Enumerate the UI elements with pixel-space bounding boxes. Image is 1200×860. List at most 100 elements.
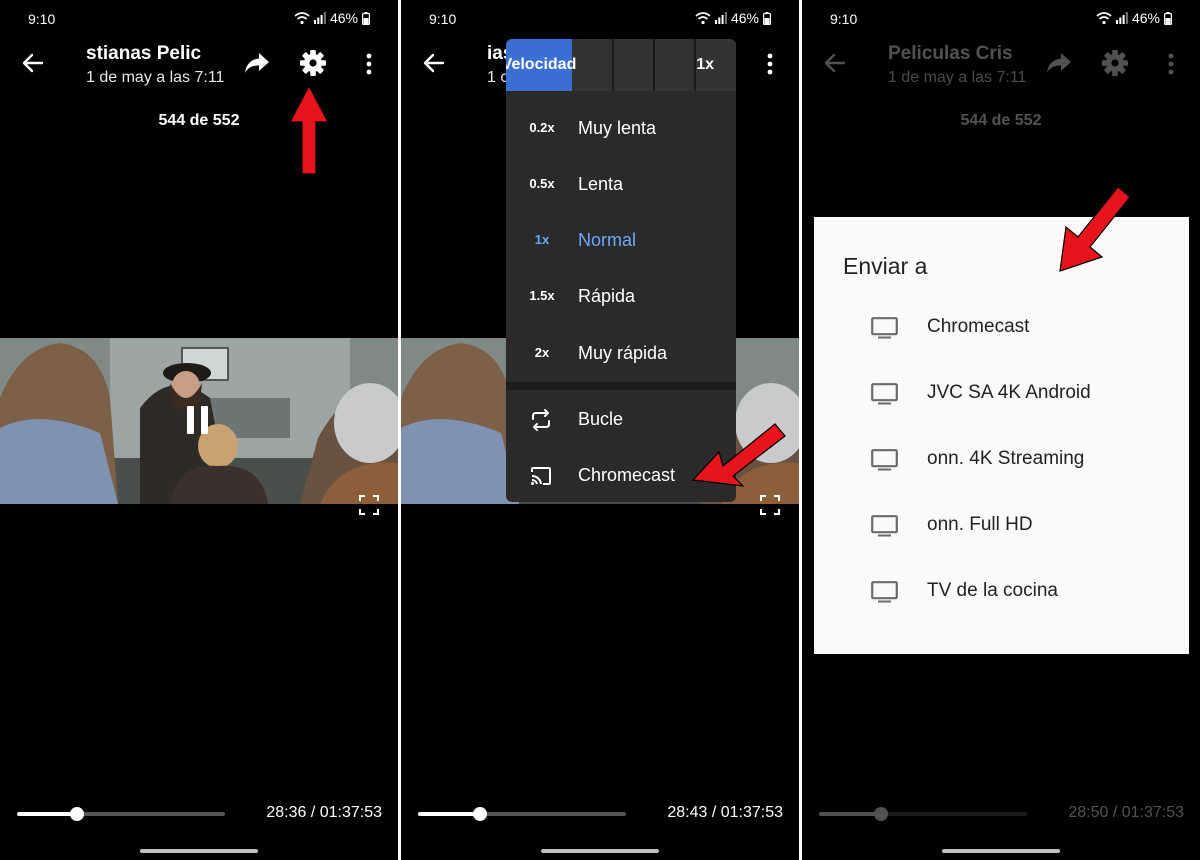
device-name: JVC SA 4K Android [927,382,1091,403]
more-vertical-icon[interactable] [357,51,381,77]
speed-option-muy-rapida[interactable]: 2x Muy rápida [506,326,736,382]
status-time: 9:10 [28,11,56,27]
wifi-icon [1096,12,1112,25]
speed-option-normal[interactable]: 1x Normal [506,213,736,269]
speed-option-muy-lenta[interactable]: 0.2x Muy lenta [506,101,736,157]
menu-divider [506,382,736,390]
gear-icon[interactable] [1101,49,1129,77]
home-indicator[interactable] [942,849,1060,853]
device-item-onn-4k[interactable]: onn. 4K Streaming [814,426,1189,492]
message-date: 1 de may a las 7:11 [86,69,225,86]
speed-option-label: Muy lenta [578,118,657,138]
seek-bar[interactable] [17,807,225,821]
more-vertical-icon[interactable] [758,51,782,77]
device-item-onn-fullhd[interactable]: onn. Full HD [814,492,1189,558]
screen-settings-menu: 9:10 46% ias 1 c Velocidad 1x 0.2x [401,0,799,860]
battery-icon [1164,11,1172,25]
speed-tick [612,39,614,91]
pause-icon[interactable] [187,406,209,434]
seek-progress [17,812,78,816]
annotation-arrow [289,84,329,175]
cast-icon [531,467,551,485]
loop-label: Bucle [578,409,624,429]
battery-icon [362,11,370,25]
speed-option-rapida[interactable]: 1.5x Rápida [506,269,736,325]
status-time: 9:10 [830,11,858,27]
seek-thumb[interactable] [874,807,889,821]
playback-time: 28:50 / 01:37:53 [1068,804,1184,821]
annotation-arrow [691,423,786,487]
tv-icon [871,317,898,339]
speed-rate: 1.5x [529,288,555,303]
gear-icon[interactable] [299,49,327,77]
speed-selector[interactable]: Velocidad 1x [506,39,736,91]
signal-icon [1115,12,1128,24]
more-vertical-icon[interactable] [1159,51,1183,77]
tv-icon [871,383,898,405]
share-icon[interactable] [1045,50,1073,76]
loop-icon [532,409,550,431]
fullscreen-icon[interactable] [759,494,781,516]
home-indicator[interactable] [541,849,659,853]
status-icons: 46% [1096,10,1172,26]
chat-title: Peliculas Cris [888,43,1013,64]
speed-option-label: Normal [578,230,637,250]
device-item-tv-cocina[interactable]: TV de la cocina [814,558,1189,624]
device-name: onn. 4K Streaming [927,448,1085,469]
speed-option-label: Rápida [578,286,636,306]
device-name: onn. Full HD [927,514,1033,535]
speed-rate: 1x [534,232,550,247]
signal-icon [313,12,326,24]
speed-tick [653,39,655,91]
battery-icon [763,11,771,25]
back-arrow-icon[interactable] [20,50,46,76]
tv-icon [871,449,898,471]
status-time: 9:10 [429,11,457,27]
back-arrow-icon[interactable] [421,50,447,76]
speed-option-label: Muy rápida [578,343,668,363]
speed-rate: 0.2x [529,120,555,135]
fullscreen-icon[interactable] [358,494,380,516]
seek-bar[interactable] [819,807,1027,821]
battery-percent: 46% [730,10,759,26]
speed-option-lenta[interactable]: 0.5x Lenta [506,157,736,213]
screen-playing: 9:10 46% stianas Pelic 1 de may a las 7:… [0,0,398,860]
device-item-chromecast[interactable]: Chromecast [814,294,1189,360]
back-arrow-icon[interactable] [822,50,848,76]
cast-dialog: Enviar a Chromecast JVC SA 4K Android on… [814,217,1189,654]
speed-label[interactable]: Velocidad [506,39,576,91]
annotation-arrow [1059,186,1131,272]
playback-time: 28:43 / 01:37:53 [667,804,783,821]
wifi-icon [294,12,310,25]
seek-thumb[interactable] [70,807,85,821]
message-date: 1 de may a las 7:11 [888,69,1027,86]
message-date: 1 c [487,69,507,86]
seek-progress [418,812,481,816]
seek-bar[interactable] [418,807,626,821]
chat-title: stianas Pelic [86,43,202,64]
home-indicator[interactable] [140,849,258,853]
speed-rate: 2x [534,345,550,360]
speed-value: 1x [696,56,714,73]
screen-cast-dialog: 9:10 46% Peliculas Cris 1 de may a las 7… [802,0,1200,860]
device-name: Chromecast [927,316,1030,337]
battery-percent: 46% [1131,10,1160,26]
media-counter: 544 de 552 [960,112,1042,129]
seek-thumb[interactable] [473,807,488,821]
share-icon[interactable] [243,50,271,76]
chat-title: ias [487,43,507,64]
playback-time: 28:36 / 01:37:53 [266,804,382,821]
dialog-title: Enviar a [843,253,928,279]
device-name: TV de la cocina [927,580,1058,601]
seek-progress [819,812,882,816]
device-item-jvc[interactable]: JVC SA 4K Android [814,360,1189,426]
signal-icon [714,12,727,24]
speed-rate: 0.5x [529,176,555,191]
tv-icon [871,581,898,603]
battery-percent: 46% [329,10,358,26]
tv-icon [871,515,898,537]
status-icons: 46% [695,10,771,26]
media-counter: 544 de 552 [158,112,240,129]
chromecast-label: Chromecast [578,465,676,485]
status-icons: 46% [294,10,370,26]
